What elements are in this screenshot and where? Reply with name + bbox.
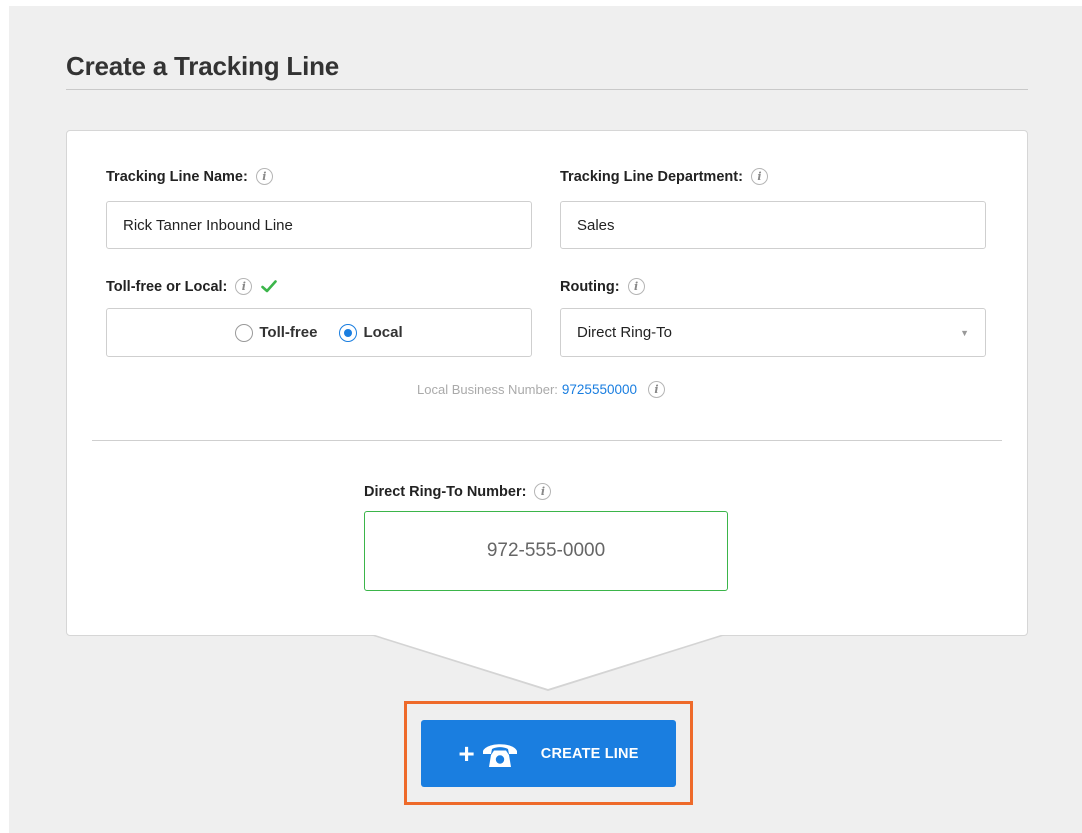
routing-label-text: Routing:	[560, 278, 620, 295]
check-icon	[261, 280, 278, 293]
toll-free-or-local-label: Toll-free or Local: i	[106, 278, 278, 295]
info-icon[interactable]: i	[648, 381, 665, 398]
info-icon[interactable]: i	[627, 278, 645, 295]
direct-ring-to-number-label: Direct Ring-To Number: i	[364, 483, 552, 500]
local-radio[interactable]	[339, 323, 358, 342]
toll-free-option[interactable]: Toll-free	[235, 323, 318, 342]
direct-ring-to-number-label-text: Direct Ring-To Number:	[364, 483, 527, 500]
card-pointer-fill	[372, 634, 724, 689]
tracking-line-department-input[interactable]: Sales	[560, 201, 986, 249]
chevron-down-icon: ▼	[960, 327, 969, 338]
plus-icon: +	[458, 737, 475, 769]
tracking-line-name-input[interactable]: Rick Tanner Inbound Line	[106, 201, 532, 249]
info-icon[interactable]: i	[750, 168, 768, 185]
toll-free-or-local-label-text: Toll-free or Local:	[106, 278, 228, 295]
tracking-line-name-label-text: Tracking Line Name:	[106, 168, 248, 185]
tracking-line-name-label: Tracking Line Name: i	[106, 168, 273, 185]
info-icon[interactable]: i	[235, 278, 253, 295]
local-business-number-label: Local Business Number:	[417, 382, 558, 397]
section-divider	[92, 440, 1002, 441]
create-line-button-label: CREATE LINE	[540, 745, 639, 762]
local-business-number: Local Business Number: 9725550000 i	[0, 381, 1082, 398]
routing-select[interactable]: Direct Ring-To ▼	[560, 308, 986, 357]
routing-label: Routing: i	[560, 278, 645, 295]
info-icon[interactable]: i	[255, 168, 273, 185]
line-type-radio-group: Toll-free Local	[106, 308, 532, 357]
local-option[interactable]: Local	[339, 323, 403, 342]
local-option-label: Local	[363, 324, 403, 341]
local-business-number-value[interactable]: 9725550000	[562, 382, 637, 397]
tracking-line-department-label-text: Tracking Line Department:	[560, 168, 743, 185]
toll-free-option-label: Toll-free	[259, 324, 318, 341]
page-title: Create a Tracking Line	[66, 51, 340, 81]
info-icon[interactable]: i	[534, 483, 552, 500]
title-divider	[66, 89, 1028, 90]
toll-free-radio[interactable]	[235, 323, 254, 342]
create-line-button[interactable]: + CREATE LINE	[421, 720, 676, 787]
tracking-line-department-label: Tracking Line Department: i	[560, 168, 768, 185]
phone-icon	[482, 743, 517, 767]
direct-ring-to-number-input[interactable]: 972-555-0000	[364, 511, 728, 591]
routing-selected-value: Direct Ring-To	[577, 324, 673, 341]
